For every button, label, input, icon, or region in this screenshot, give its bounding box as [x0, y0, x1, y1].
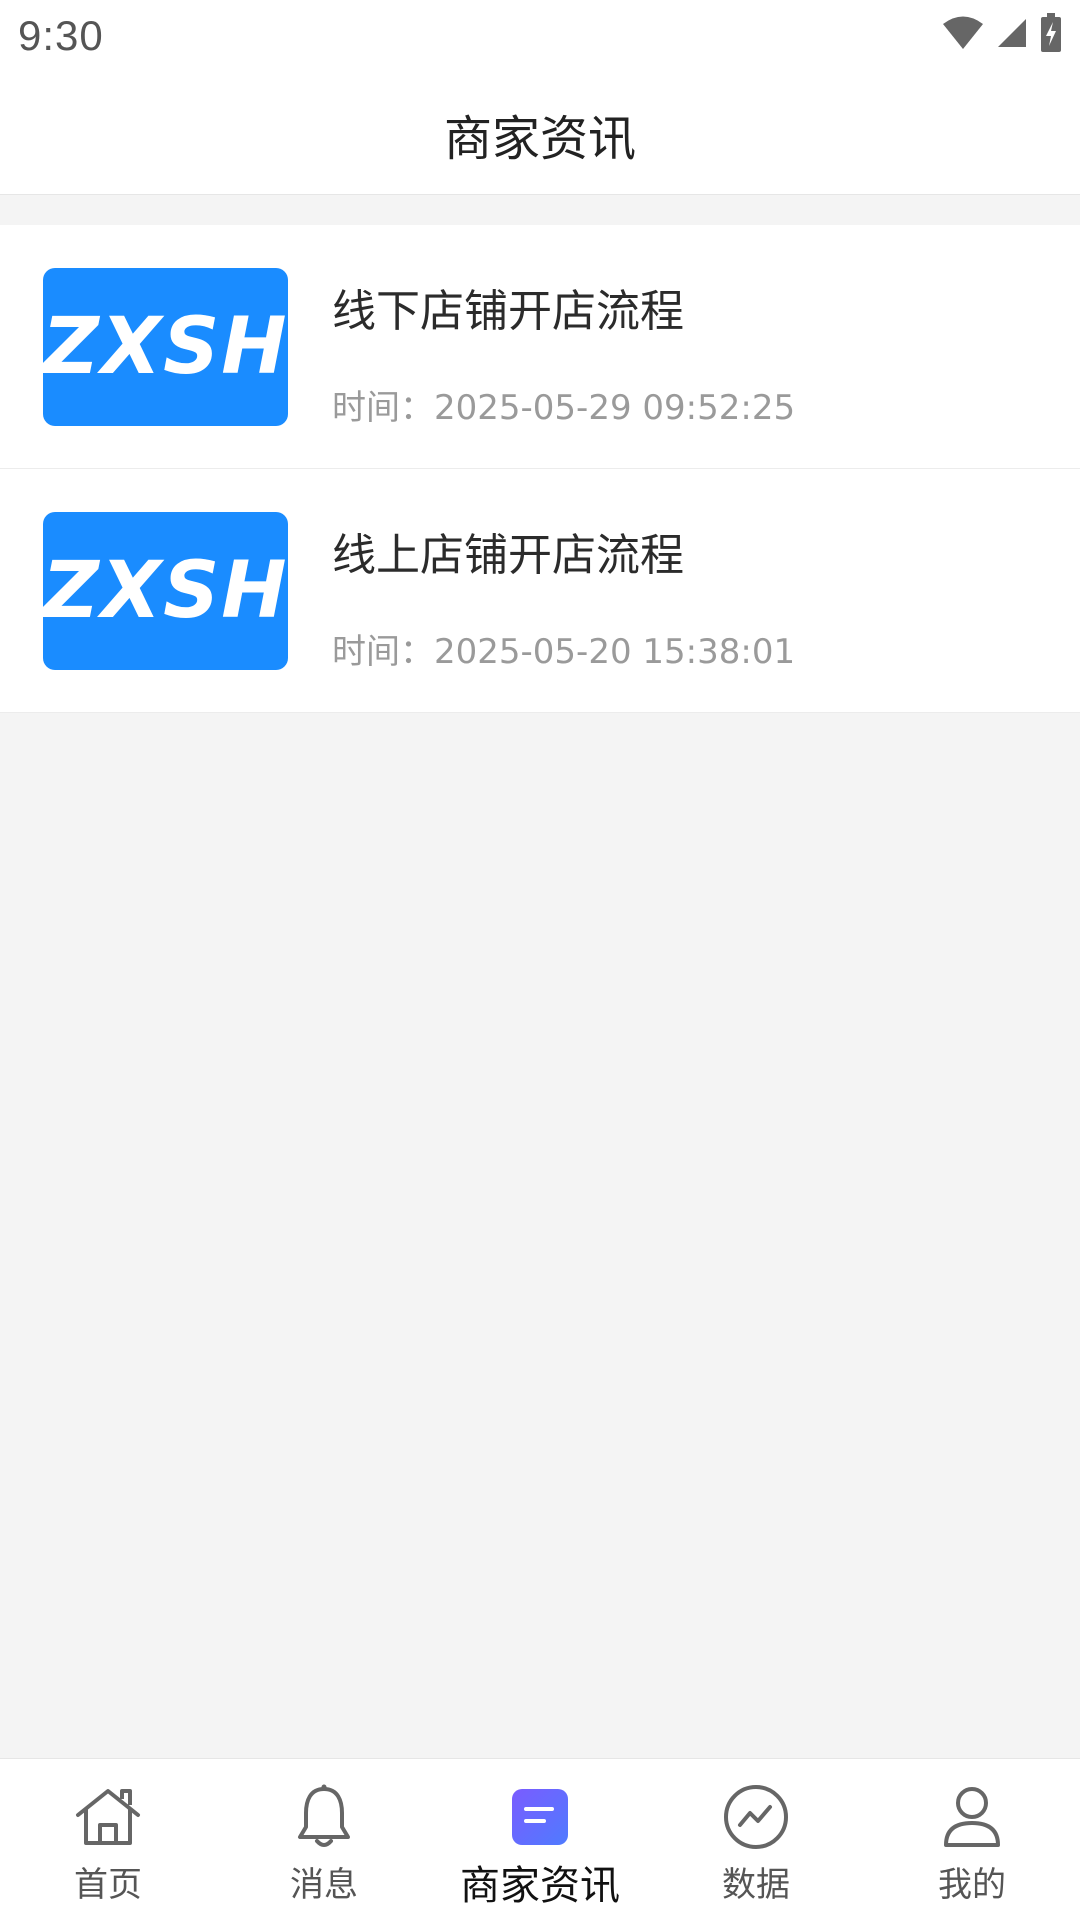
nav-item-home[interactable]: 首页 — [0, 1759, 216, 1920]
nav-label: 商家资讯 — [460, 1863, 620, 1909]
nav-label: 消息 — [290, 1865, 358, 1905]
status-icons — [942, 13, 1062, 57]
wifi-icon — [942, 15, 984, 55]
battery-charging-icon — [1040, 13, 1062, 57]
nav-item-data[interactable]: 数据 — [648, 1759, 864, 1920]
news-icon — [504, 1781, 576, 1853]
nav-item-merchant-news[interactable]: 商家资讯 — [432, 1759, 648, 1920]
thumbnail-logo-text: ZXSH — [43, 546, 288, 636]
news-item[interactable]: ZXSH 线下店铺开店流程 时间：2025-05-29 09:52:25 — [0, 225, 1080, 469]
status-bar: 9:30 — [0, 0, 1080, 74]
nav-item-profile[interactable]: 我的 — [864, 1759, 1080, 1920]
news-time: 时间：2025-05-29 09:52:25 — [332, 388, 796, 428]
cellular-signal-icon — [996, 17, 1028, 53]
user-icon — [936, 1781, 1008, 1853]
bell-icon — [288, 1781, 360, 1853]
news-item[interactable]: ZXSH 线上店铺开店流程 时间：2025-05-20 15:38:01 — [0, 469, 1080, 713]
news-title: 线下店铺开店流程 — [332, 286, 684, 337]
news-list: ZXSH 线下店铺开店流程 时间：2025-05-29 09:52:25 ZXS… — [0, 225, 1080, 713]
nav-label: 我的 — [938, 1865, 1006, 1905]
news-time: 时间：2025-05-20 15:38:01 — [332, 632, 796, 672]
header: 商家资讯 — [0, 74, 1080, 195]
news-thumbnail: ZXSH — [43, 268, 288, 426]
news-thumbnail: ZXSH — [43, 512, 288, 670]
thumbnail-logo-text: ZXSH — [43, 302, 288, 392]
home-icon — [72, 1781, 144, 1853]
nav-label: 数据 — [722, 1865, 790, 1905]
nav-item-messages[interactable]: 消息 — [216, 1759, 432, 1920]
bottom-nav: 首页 消息 商家资讯 数据 我的 — [0, 1758, 1080, 1920]
screen: 9:30 商家资讯 ZXSH 线下店铺开店流程 时间：2025-05-29 09… — [0, 0, 1080, 1920]
news-title: 线上店铺开店流程 — [332, 530, 684, 581]
chart-icon — [720, 1781, 792, 1853]
nav-label: 首页 — [74, 1865, 142, 1905]
page-title: 商家资讯 — [443, 111, 636, 167]
status-time: 9:30 — [18, 12, 104, 59]
